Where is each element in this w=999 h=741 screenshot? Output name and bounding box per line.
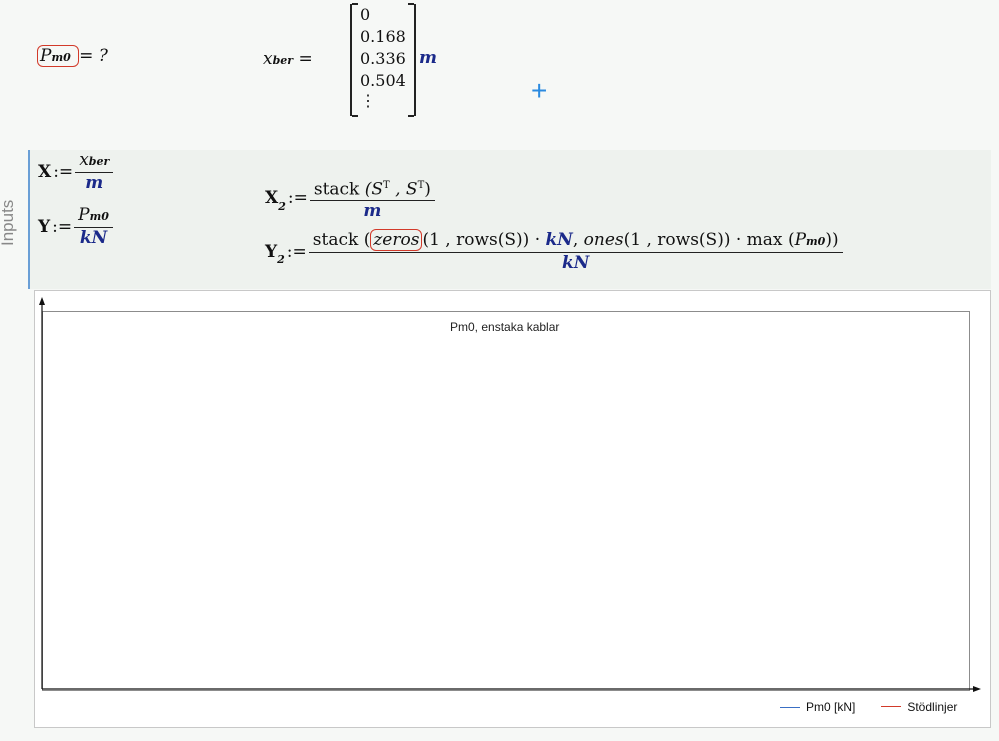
legend-swatch-stodlinjer [881, 706, 902, 708]
plot-axes [39, 297, 981, 692]
legend-label-stodlinjer: Stödlinjer [907, 700, 958, 714]
y-axis-arrow-icon [39, 297, 45, 305]
x-axis-arrow-icon [973, 686, 981, 692]
legend-label-pm0: Pm0 [kN] [806, 700, 856, 714]
chart-legend: Pm0 [kN] Stödlinjer [780, 700, 957, 714]
legend-swatch-pm0 [780, 706, 800, 708]
